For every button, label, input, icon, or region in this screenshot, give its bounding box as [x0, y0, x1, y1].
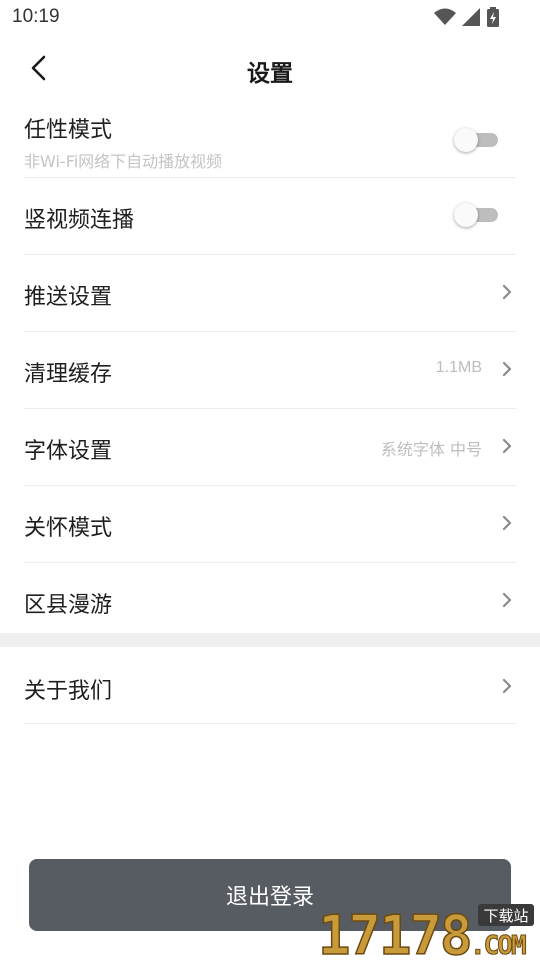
chevron-right-icon — [502, 678, 512, 694]
battery-icon — [487, 7, 499, 27]
watermark-number: 17178 — [318, 904, 471, 960]
cellular-signal-icon — [462, 8, 480, 26]
wifi-autoplay-toggle[interactable] — [454, 128, 500, 152]
chevron-right-icon — [502, 284, 512, 300]
setting-row-care-mode[interactable]: 关怀模式 — [24, 486, 516, 563]
navigation-bar: 设置 — [0, 36, 540, 102]
setting-label: 竖视频连播 — [24, 208, 135, 233]
page-title: 设置 — [247, 61, 293, 87]
wifi-icon — [434, 8, 456, 25]
setting-row-font[interactable]: 字体设置 系统字体 中号 — [24, 409, 516, 486]
setting-label: 清理缓存 — [24, 362, 113, 387]
setting-label: 关怀模式 — [24, 516, 113, 541]
font-setting-value: 系统字体 中号 — [380, 440, 482, 459]
setting-label: 关于我们 — [24, 679, 113, 704]
settings-list: 任性模式 非Wi-Fi网络下自动播放视频 竖视频连播 推送设置 清理缓存 1.1… — [24, 102, 516, 639]
setting-label: 任性模式 — [24, 118, 113, 143]
watermark-domain: .COM — [470, 931, 526, 960]
status-time: 10:19 — [12, 6, 60, 27]
chevron-right-icon — [502, 515, 512, 531]
setting-row-about-us[interactable]: 关于我们 — [24, 647, 516, 724]
watermark-tag: 下载站 — [483, 907, 528, 925]
status-bar: 10:19 — [0, 0, 540, 36]
vertical-video-toggle[interactable] — [454, 203, 500, 227]
setting-description: 非Wi-Fi网络下自动播放视频 — [24, 152, 223, 171]
section-divider — [0, 633, 540, 647]
setting-row-county-roam[interactable]: 区县漫游 — [24, 563, 516, 639]
toggle-knob — [454, 128, 478, 152]
setting-row-wifi-autoplay[interactable]: 任性模式 非Wi-Fi网络下自动播放视频 — [24, 102, 516, 178]
site-watermark-logo: 下载站 17178 .COM — [317, 903, 534, 960]
cache-size-value: 1.1MB — [435, 359, 482, 376]
about-section: 关于我们 — [24, 647, 516, 724]
toggle-knob — [454, 203, 478, 227]
setting-label: 区县漫游 — [24, 593, 113, 618]
status-icons — [434, 7, 500, 27]
setting-label: 推送设置 — [24, 285, 113, 310]
logout-label: 退出登录 — [225, 885, 314, 910]
setting-label: 字体设置 — [24, 439, 113, 464]
setting-row-push[interactable]: 推送设置 — [24, 255, 516, 332]
chevron-right-icon — [502, 592, 512, 608]
setting-row-clear-cache[interactable]: 清理缓存 1.1MB — [24, 332, 516, 409]
chevron-right-icon — [502, 361, 512, 377]
setting-row-vertical-video[interactable]: 竖视频连播 — [24, 178, 516, 255]
chevron-right-icon — [502, 438, 512, 454]
